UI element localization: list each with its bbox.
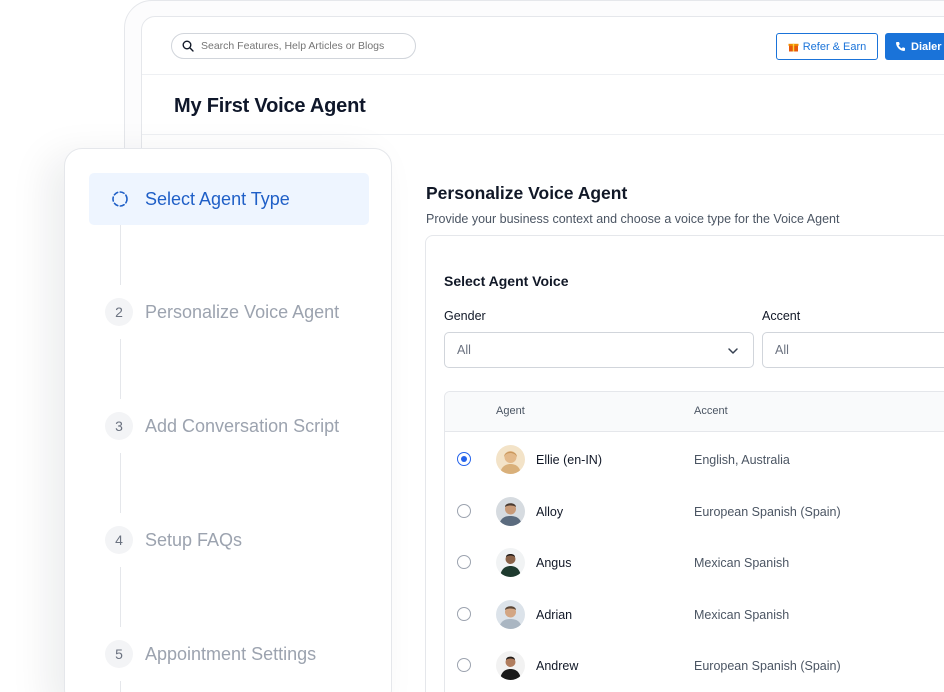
- accent-label: Accent: [762, 309, 801, 323]
- avatar: [496, 496, 525, 526]
- agent-name: Angus: [536, 556, 572, 570]
- agent-table: Agent Accent Ellie (en-IN) English, Aust…: [444, 391, 944, 692]
- section-title: Personalize Voice Agent: [426, 183, 628, 203]
- avatar: [496, 445, 525, 474]
- divider: [142, 134, 944, 135]
- agent-name: Adrian: [536, 607, 573, 622]
- table-row[interactable]: Adrian Mexican Spanish: [445, 587, 944, 639]
- agent-accent: European Spanish (Spain): [694, 659, 841, 673]
- agent-accent: European Spanish (Spain): [694, 504, 841, 519]
- step-appointment-settings[interactable]: 5 Appointment Settings: [105, 640, 316, 668]
- agent-accent: Mexican Spanish: [694, 556, 790, 570]
- loading-spinner-icon: [112, 191, 128, 207]
- gender-label: Gender: [444, 309, 486, 323]
- table-row[interactable]: Andrew European Spanish (Spain): [445, 638, 944, 690]
- step-connector: [120, 225, 121, 285]
- step-label: Setup FAQs: [145, 529, 243, 550]
- step-connector: [120, 681, 121, 692]
- steps-panel: Select Agent Type 2 Personalize Voice Ag…: [64, 148, 392, 692]
- agent-accent: Mexican Spanish: [694, 607, 790, 622]
- refer-earn-button[interactable]: Refer & Earn: [776, 33, 878, 60]
- page-title: My First Voice Agent: [174, 95, 366, 117]
- step-label: Add Conversation Script: [145, 415, 340, 436]
- accent-select-value: All: [775, 343, 789, 357]
- agent-voice-card: Select Agent Voice Gender Accent All All…: [425, 235, 944, 692]
- avatar: [496, 548, 525, 577]
- agent-radio[interactable]: [457, 452, 471, 466]
- card-title: Select Agent Voice: [444, 273, 569, 289]
- column-header-agent: Agent: [496, 405, 525, 417]
- dialer-button[interactable]: Dialer: [885, 33, 944, 60]
- gift-icon: [788, 43, 799, 52]
- section-subtitle: Provide your business context and choose…: [426, 212, 840, 226]
- step-personalize-voice-agent[interactable]: 2 Personalize Voice Agent: [105, 298, 339, 326]
- step-setup-faqs[interactable]: 4 Setup FAQs: [105, 526, 242, 554]
- step-label: Appointment Settings: [145, 643, 317, 664]
- agent-accent: English, Australia: [694, 453, 790, 467]
- step-number: 2: [105, 298, 133, 326]
- refer-earn-label: Refer & Earn: [802, 40, 867, 53]
- step-number: 4: [105, 526, 133, 554]
- step-select-agent-type[interactable]: Select Agent Type: [89, 173, 369, 225]
- step-label: Personalize Voice Agent: [145, 301, 340, 322]
- top-bar: Refer & Earn Dialer: [142, 17, 944, 75]
- avatar: [496, 599, 525, 629]
- dialer-label: Dialer: [911, 40, 942, 53]
- table-row[interactable]: Ellie (en-IN) English, Australia: [445, 432, 944, 484]
- agent-radio[interactable]: [457, 555, 471, 569]
- gender-select-value: All: [457, 343, 471, 357]
- search-bar[interactable]: [171, 33, 416, 59]
- agent-name: Ellie (en-IN): [536, 453, 602, 467]
- step-number: 3: [105, 412, 133, 440]
- step-connector: [120, 453, 121, 513]
- table-header: Agent Accent: [445, 392, 944, 432]
- step-label: Select Agent Type: [145, 188, 290, 209]
- gender-select[interactable]: All: [444, 332, 754, 368]
- avatar: [496, 651, 525, 680]
- agent-radio[interactable]: [457, 606, 471, 621]
- agent-radio[interactable]: [457, 658, 471, 672]
- column-header-accent: Accent: [694, 405, 728, 417]
- step-add-conversation-script[interactable]: 3 Add Conversation Script: [105, 412, 339, 440]
- search-input[interactable]: [201, 40, 411, 52]
- chevron-down-icon: [728, 348, 738, 354]
- step-number: 5: [105, 640, 133, 668]
- agent-name: Alloy: [536, 504, 564, 519]
- table-row[interactable]: Alloy European Spanish (Spain): [445, 484, 944, 536]
- accent-select[interactable]: All: [762, 332, 944, 368]
- step-connector: [120, 339, 121, 399]
- step-connector: [120, 567, 121, 627]
- phone-icon: [896, 42, 905, 51]
- table-row[interactable]: Angus Mexican Spanish: [445, 535, 944, 587]
- agent-name: Andrew: [536, 659, 579, 673]
- agent-radio[interactable]: [457, 503, 471, 518]
- search-icon: [182, 40, 194, 52]
